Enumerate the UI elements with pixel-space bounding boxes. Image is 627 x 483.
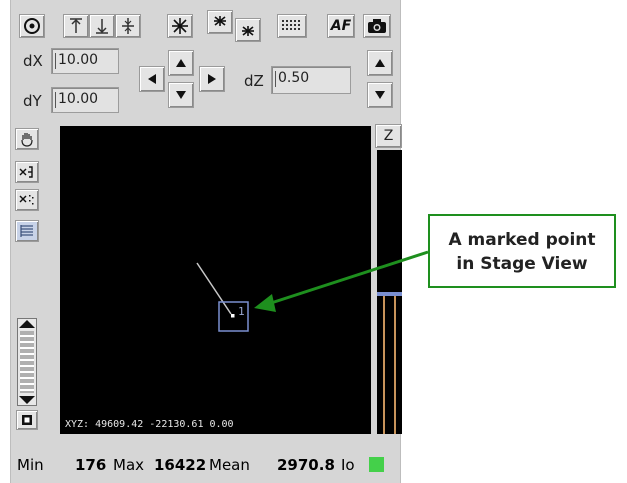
clear-points-tool-button[interactable]: [15, 189, 39, 211]
point-list-button[interactable]: [15, 220, 39, 242]
arrow-right-icon: [208, 74, 216, 84]
stage-direction-line: [196, 262, 232, 315]
move-left-button[interactable]: [139, 66, 165, 92]
square-icon: [22, 415, 32, 425]
align-center-icon: [122, 18, 134, 34]
stop-button[interactable]: [16, 410, 38, 430]
stage-view[interactable]: 1 XYZ: 49609.42 -22130.61 0.00: [60, 126, 371, 434]
mark-cursor-icon: [19, 166, 33, 178]
max-value: 16422: [154, 456, 207, 474]
dx-label: dX: [23, 52, 43, 70]
list-icon: [20, 225, 33, 237]
star-top-button[interactable]: [207, 10, 233, 34]
star-bottom-icon: [242, 26, 254, 36]
grid-icon: [282, 20, 300, 30]
io-label: Io: [341, 456, 355, 474]
stage-overlay: 1: [196, 262, 249, 332]
mean-value: 2970.8: [277, 456, 335, 474]
grid-button[interactable]: [277, 14, 307, 38]
align-top-icon: [70, 18, 82, 33]
star-icon: [172, 18, 188, 34]
arrow-left-icon: [148, 74, 156, 84]
xyz-readout: XYZ: 49609.42 -22130.61 0.00: [65, 419, 234, 430]
dz-label: dZ: [244, 72, 264, 90]
align-top-button[interactable]: [63, 14, 89, 38]
slider-track: [20, 331, 34, 393]
move-down-button[interactable]: [168, 82, 194, 108]
move-right-button[interactable]: [199, 66, 225, 92]
star-button[interactable]: [167, 14, 193, 38]
stage-control-panel: AF dX 10.00 dY 10.00 dZ 0.50 1 XYZ: 4960…: [10, 0, 402, 483]
camera-icon: [368, 19, 386, 33]
arrow-down-icon: [375, 91, 385, 99]
mark-point-tool-button[interactable]: [15, 161, 39, 183]
status-bar: Min 176 Max 16422 Mean 2970.8 Io: [11, 446, 402, 483]
dx-field[interactable]: 10.00: [51, 48, 119, 74]
autofocus-button[interactable]: AF: [327, 14, 355, 38]
arrow-up-icon: [375, 59, 385, 67]
marked-point-label: 1: [238, 305, 245, 318]
z-range-bar: [383, 296, 396, 434]
star-bottom-button[interactable]: [235, 18, 261, 42]
io-indicator: [369, 457, 384, 472]
slider-up-icon: [19, 320, 35, 328]
callout-line-2: in Stage View: [456, 254, 588, 274]
mean-label: Mean: [209, 456, 250, 474]
z-up-button[interactable]: [367, 50, 393, 76]
z-tab-label: Z: [383, 128, 394, 144]
align-bottom-button[interactable]: [89, 14, 115, 38]
z-position-column[interactable]: [377, 150, 402, 434]
arrow-down-icon: [176, 91, 186, 99]
z-tab[interactable]: Z: [375, 124, 402, 148]
align-bottom-icon: [96, 19, 108, 34]
camera-button[interactable]: [363, 14, 391, 38]
target-button[interactable]: [19, 14, 45, 38]
slider-down-icon: [19, 396, 35, 404]
star-top-icon: [214, 16, 226, 26]
marked-point-dot: [231, 314, 235, 318]
callout-line-1: A marked point: [448, 230, 596, 250]
dy-field[interactable]: 10.00: [51, 87, 119, 113]
dz-field[interactable]: 0.50: [271, 66, 351, 94]
hand-icon: [21, 133, 33, 147]
dy-label: dY: [23, 92, 42, 110]
pan-tool-button[interactable]: [15, 128, 39, 150]
min-value: 176: [75, 456, 107, 474]
min-label: Min: [17, 456, 44, 474]
clear-marks-icon: [19, 195, 34, 205]
align-center-button[interactable]: [115, 14, 141, 38]
arrow-up-icon: [176, 59, 186, 67]
max-label: Max: [113, 456, 145, 474]
autofocus-label: AF: [330, 18, 352, 34]
annotation-callout: A marked point in Stage View: [428, 214, 616, 288]
z-down-button[interactable]: [367, 82, 393, 108]
move-up-button[interactable]: [168, 50, 194, 76]
zoom-slider[interactable]: [17, 318, 37, 406]
target-icon: [24, 18, 40, 34]
